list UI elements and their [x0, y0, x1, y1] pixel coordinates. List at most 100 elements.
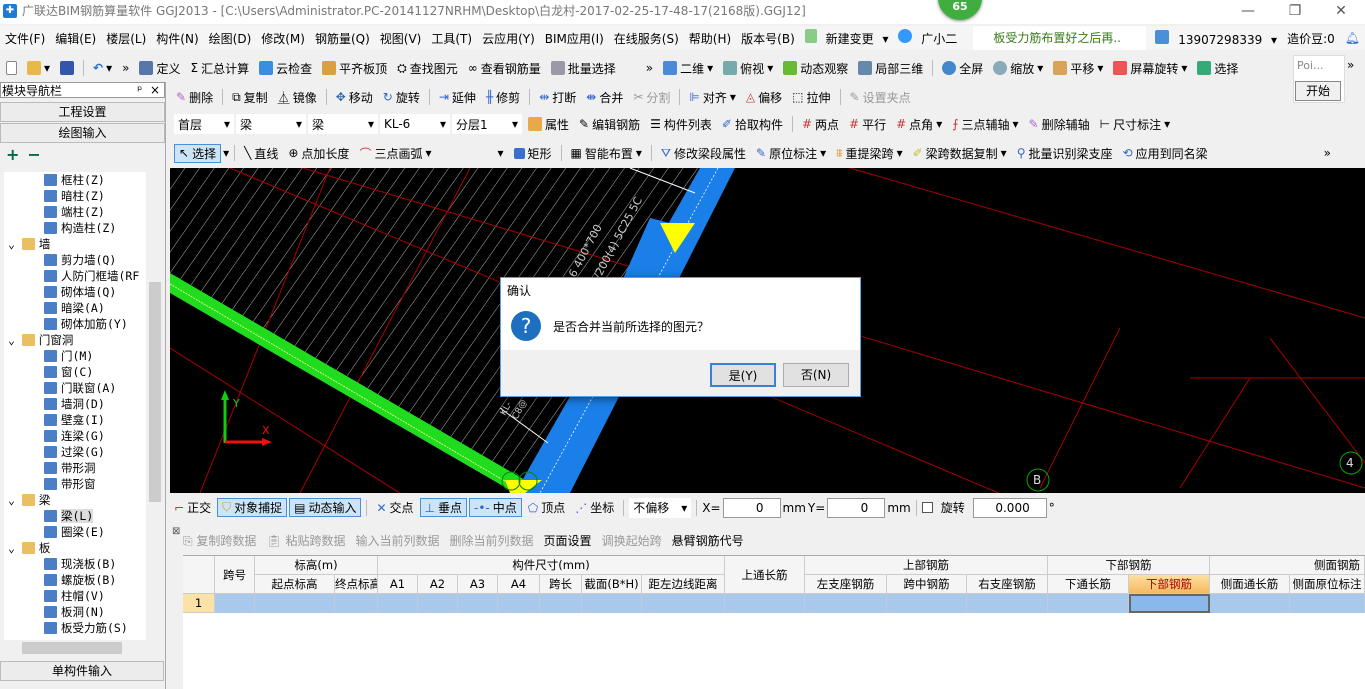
account-menu[interactable]: 13907298339 ▾ [1150, 29, 1282, 47]
menu-floor[interactable]: 楼层(L) [101, 30, 151, 47]
tree-item[interactable]: 板洞(N) [4, 604, 146, 620]
set-grip-button[interactable]: ✎ 设置夹点 [846, 89, 915, 106]
move-button[interactable]: ✥ 移动 [332, 89, 377, 106]
coordinate-snap[interactable]: ⋰ 坐标 [571, 499, 618, 516]
column-header[interactable]: 侧面通长筋 [1210, 575, 1290, 594]
menu-help[interactable]: 帮助(H) [684, 30, 736, 47]
panel-close-icon[interactable]: ⊠ [172, 526, 180, 537]
tree-folder[interactable]: ⌄ 板 [4, 540, 146, 556]
menu-file[interactable]: 文件(F) [0, 30, 50, 47]
toolbar-more-3[interactable]: » [1347, 58, 1354, 72]
minimize-button[interactable]: — [1225, 0, 1271, 22]
menu-assistant[interactable]: 广小二 [893, 29, 967, 47]
edit-rebar-button[interactable]: ✎ 编辑钢筋 [575, 116, 644, 133]
category-select[interactable]: 梁 ▾ [236, 114, 306, 134]
column-header[interactable]: 跨长 [540, 575, 582, 594]
rotate-checkbox[interactable] [921, 502, 933, 513]
pan-button[interactable]: 平移 ▾ [1049, 60, 1107, 77]
dynamic-input-toggle[interactable]: ▤ 动态输入 [289, 498, 362, 517]
paste-span-data[interactable]: 📋︎ 粘贴跨数据 [266, 532, 345, 549]
view-2d-button[interactable]: 二维 ▾ [659, 60, 717, 77]
tree-folder[interactable]: ⌄ 梁 [4, 492, 146, 508]
swap-start-span[interactable]: 调换起始跨 [602, 532, 662, 549]
break-button[interactable]: ⇹ 打断 [535, 89, 580, 106]
align-slab-button[interactable]: 平齐板顶 [318, 60, 391, 77]
table-cell[interactable] [418, 594, 458, 613]
menu-version[interactable]: 版本号(B) [736, 30, 800, 47]
pick-component-button[interactable]: ✐ 拾取构件 [718, 116, 787, 133]
column-header[interactable]: 侧面原位标注 [1290, 575, 1365, 594]
modify-span-props-button[interactable]: ⛛ 修改梁段属性 [657, 145, 750, 162]
delete-axis-button[interactable]: ✎ 删除辅轴 [1025, 116, 1094, 133]
table-cell[interactable] [967, 594, 1048, 613]
column-header[interactable]: 跨中钢筋 [887, 575, 967, 594]
table-cell[interactable] [725, 594, 805, 613]
column-header[interactable]: A3 [458, 575, 498, 594]
align-button[interactable]: ⊫ 对齐 ▾ [685, 89, 740, 106]
view-rebar-button[interactable]: ∞ 查看钢筋量 [464, 60, 545, 77]
pin-icon[interactable]: ᵖ [137, 83, 142, 97]
properties-button[interactable]: 属性 [524, 116, 573, 133]
x-input[interactable]: 0 [722, 497, 781, 518]
tree-folder[interactable]: ⌄ 墙 [4, 236, 146, 252]
table-cell[interactable] [255, 594, 335, 613]
top-view-button[interactable]: 俯视 ▾ [719, 60, 777, 77]
table-cell[interactable] [458, 594, 498, 613]
tree-item[interactable]: 带形洞 [4, 460, 146, 476]
split-button[interactable]: ✂ 分割 [629, 89, 674, 106]
undo-button[interactable]: ↶ ▾ [89, 61, 116, 75]
close-button[interactable]: ✕ [1318, 0, 1364, 22]
save-button[interactable] [56, 61, 78, 75]
tree-item[interactable]: 螺旋板(B) [4, 572, 146, 588]
select-button-top[interactable]: 选择 [1193, 60, 1242, 77]
collapse-all-icon[interactable]: − [27, 145, 40, 164]
mirror-button[interactable]: ⏅ 镜像 [274, 89, 321, 106]
table-cell[interactable] [540, 594, 582, 613]
define-button[interactable]: 定义 [135, 60, 184, 77]
table-cell[interactable] [1290, 594, 1365, 613]
tree-item[interactable]: 墙洞(D) [4, 396, 146, 412]
batch-identify-supports-button[interactable]: ⚲ 批量识别梁支座 [1013, 145, 1117, 162]
tree-item[interactable]: 连梁(G) [4, 428, 146, 444]
tree-item[interactable]: 框柱(Z) [4, 172, 146, 188]
calculate-button[interactable]: Σ 汇总计算 [186, 60, 253, 77]
tree-vscrollbar[interactable] [148, 172, 162, 640]
offset-select[interactable]: 不偏移 ▾ [629, 497, 692, 518]
arc-option-select[interactable]: ▾ [437, 143, 508, 163]
tree-item[interactable]: 门联窗(A) [4, 380, 146, 396]
tree-item[interactable]: 圈梁(E) [4, 524, 146, 540]
re-extract-span-button[interactable]: ⩩ 重提梁跨 ▾ [832, 145, 906, 162]
apply-same-name-button[interactable]: ⟲ 应用到同名梁 [1119, 145, 1212, 162]
tree-item[interactable]: 过梁(G) [4, 444, 146, 460]
cantilever-code[interactable]: 悬臂钢筋代号 [672, 532, 744, 549]
component-list-button[interactable]: ☰ 构件列表 [646, 116, 716, 133]
tree-item[interactable]: 板受力筋(S) [4, 620, 146, 636]
merge-button[interactable]: ⇼ 合并 [582, 89, 627, 106]
column-header[interactable]: 截面(B*H) [582, 575, 642, 594]
table-cell[interactable] [1048, 594, 1129, 613]
toolbar-more-4[interactable]: » [1320, 146, 1335, 160]
column-header[interactable]: 下部钢筋 [1129, 575, 1210, 594]
menu-draw[interactable]: 绘图(D) [204, 30, 257, 47]
tree-item[interactable]: 构造柱(Z) [4, 220, 146, 236]
rotate-button[interactable]: ↻ 旋转 [379, 89, 424, 106]
tree-item[interactable]: 剪力墙(Q) [4, 252, 146, 268]
ortho-toggle[interactable]: ⌐ 正交 [170, 499, 215, 516]
menu-cloud[interactable]: 云应用(Y) [477, 30, 540, 47]
menu-bim[interactable]: BIM应用(I) [540, 30, 609, 47]
in-situ-label-button[interactable]: ✎ 原位标注 ▾ [752, 145, 830, 162]
three-point-arc-button[interactable]: ⌒ 三点画弧 ▾ [355, 145, 435, 162]
rectangle-button[interactable]: 矩形 [510, 145, 556, 162]
copy-span-data[interactable]: ⎘ 复制跨数据 [183, 532, 256, 549]
table-cell[interactable] [1210, 594, 1290, 613]
tree-hscrollbar[interactable] [4, 640, 148, 656]
batch-select-button[interactable]: 批量选择 [547, 60, 620, 77]
trim-button[interactable]: ╫ 修剪 [482, 89, 524, 106]
tree-item[interactable]: 门(M) [4, 348, 146, 364]
delete-column-data[interactable]: 删除当前列数据 [450, 532, 534, 549]
table-cell[interactable] [215, 594, 255, 613]
row-number[interactable]: 1 [183, 594, 215, 613]
selected-cell[interactable] [1129, 594, 1210, 613]
table-cell[interactable] [378, 594, 418, 613]
toolbar-more[interactable]: » [118, 61, 133, 75]
